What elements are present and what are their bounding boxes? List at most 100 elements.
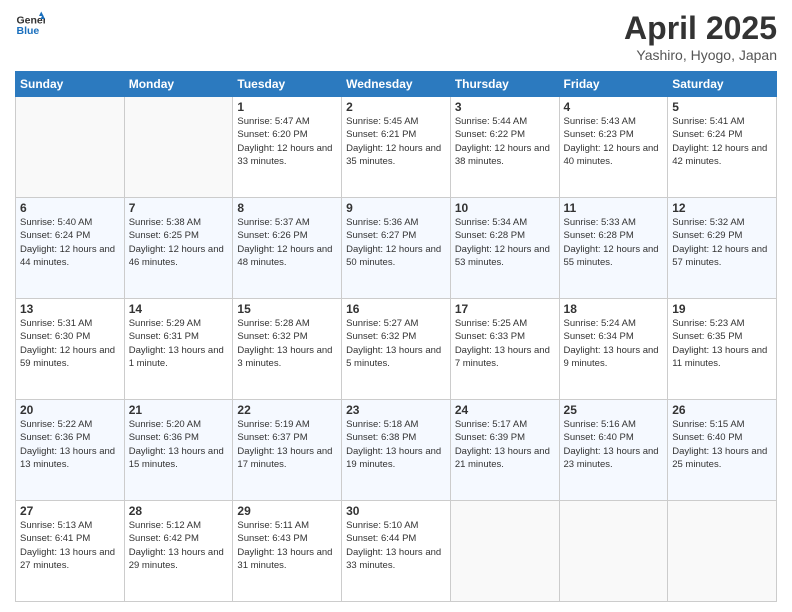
calendar-cell: 29Sunrise: 5:11 AM Sunset: 6:43 PM Dayli…: [233, 501, 342, 602]
calendar-cell: [450, 501, 559, 602]
logo-icon: General Blue: [15, 10, 45, 40]
day-info: Sunrise: 5:41 AM Sunset: 6:24 PM Dayligh…: [672, 115, 772, 168]
day-info: Sunrise: 5:34 AM Sunset: 6:28 PM Dayligh…: [455, 216, 555, 269]
day-number: 25: [564, 403, 664, 417]
calendar-cell: 9Sunrise: 5:36 AM Sunset: 6:27 PM Daylig…: [342, 198, 451, 299]
calendar-cell: 13Sunrise: 5:31 AM Sunset: 6:30 PM Dayli…: [16, 299, 125, 400]
day-info: Sunrise: 5:16 AM Sunset: 6:40 PM Dayligh…: [564, 418, 664, 471]
day-number: 8: [237, 201, 337, 215]
calendar-cell: 12Sunrise: 5:32 AM Sunset: 6:29 PM Dayli…: [668, 198, 777, 299]
calendar-cell: 5Sunrise: 5:41 AM Sunset: 6:24 PM Daylig…: [668, 97, 777, 198]
day-info: Sunrise: 5:18 AM Sunset: 6:38 PM Dayligh…: [346, 418, 446, 471]
day-info: Sunrise: 5:47 AM Sunset: 6:20 PM Dayligh…: [237, 115, 337, 168]
day-info: Sunrise: 5:23 AM Sunset: 6:35 PM Dayligh…: [672, 317, 772, 370]
calendar-cell: 16Sunrise: 5:27 AM Sunset: 6:32 PM Dayli…: [342, 299, 451, 400]
weekday-header-cell: Saturday: [668, 72, 777, 97]
day-number: 16: [346, 302, 446, 316]
day-info: Sunrise: 5:31 AM Sunset: 6:30 PM Dayligh…: [20, 317, 120, 370]
day-number: 5: [672, 100, 772, 114]
calendar-cell: 1Sunrise: 5:47 AM Sunset: 6:20 PM Daylig…: [233, 97, 342, 198]
day-number: 9: [346, 201, 446, 215]
calendar-cell: [559, 501, 668, 602]
calendar-row: 20Sunrise: 5:22 AM Sunset: 6:36 PM Dayli…: [16, 400, 777, 501]
day-info: Sunrise: 5:33 AM Sunset: 6:28 PM Dayligh…: [564, 216, 664, 269]
day-info: Sunrise: 5:19 AM Sunset: 6:37 PM Dayligh…: [237, 418, 337, 471]
calendar-cell: 2Sunrise: 5:45 AM Sunset: 6:21 PM Daylig…: [342, 97, 451, 198]
calendar-cell: 7Sunrise: 5:38 AM Sunset: 6:25 PM Daylig…: [124, 198, 233, 299]
calendar-cell: [668, 501, 777, 602]
day-info: Sunrise: 5:32 AM Sunset: 6:29 PM Dayligh…: [672, 216, 772, 269]
day-info: Sunrise: 5:29 AM Sunset: 6:31 PM Dayligh…: [129, 317, 229, 370]
calendar-cell: 10Sunrise: 5:34 AM Sunset: 6:28 PM Dayli…: [450, 198, 559, 299]
day-number: 22: [237, 403, 337, 417]
day-info: Sunrise: 5:10 AM Sunset: 6:44 PM Dayligh…: [346, 519, 446, 572]
calendar-cell: 15Sunrise: 5:28 AM Sunset: 6:32 PM Dayli…: [233, 299, 342, 400]
subtitle: Yashiro, Hyogo, Japan: [624, 47, 777, 63]
calendar-cell: 23Sunrise: 5:18 AM Sunset: 6:38 PM Dayli…: [342, 400, 451, 501]
calendar-row: 13Sunrise: 5:31 AM Sunset: 6:30 PM Dayli…: [16, 299, 777, 400]
calendar-cell: 22Sunrise: 5:19 AM Sunset: 6:37 PM Dayli…: [233, 400, 342, 501]
calendar-cell: 25Sunrise: 5:16 AM Sunset: 6:40 PM Dayli…: [559, 400, 668, 501]
weekday-header-cell: Wednesday: [342, 72, 451, 97]
day-number: 7: [129, 201, 229, 215]
day-number: 26: [672, 403, 772, 417]
calendar-cell: 6Sunrise: 5:40 AM Sunset: 6:24 PM Daylig…: [16, 198, 125, 299]
day-info: Sunrise: 5:28 AM Sunset: 6:32 PM Dayligh…: [237, 317, 337, 370]
day-info: Sunrise: 5:27 AM Sunset: 6:32 PM Dayligh…: [346, 317, 446, 370]
calendar-cell: 19Sunrise: 5:23 AM Sunset: 6:35 PM Dayli…: [668, 299, 777, 400]
title-block: April 2025 Yashiro, Hyogo, Japan: [624, 10, 777, 63]
weekday-header: SundayMondayTuesdayWednesdayThursdayFrid…: [16, 72, 777, 97]
day-number: 4: [564, 100, 664, 114]
day-number: 13: [20, 302, 120, 316]
weekday-header-cell: Thursday: [450, 72, 559, 97]
calendar-cell: 21Sunrise: 5:20 AM Sunset: 6:36 PM Dayli…: [124, 400, 233, 501]
calendar-cell: 3Sunrise: 5:44 AM Sunset: 6:22 PM Daylig…: [450, 97, 559, 198]
weekday-header-cell: Tuesday: [233, 72, 342, 97]
day-info: Sunrise: 5:11 AM Sunset: 6:43 PM Dayligh…: [237, 519, 337, 572]
main-title: April 2025: [624, 10, 777, 47]
weekday-header-cell: Monday: [124, 72, 233, 97]
calendar-body: 1Sunrise: 5:47 AM Sunset: 6:20 PM Daylig…: [16, 97, 777, 602]
day-number: 29: [237, 504, 337, 518]
day-info: Sunrise: 5:20 AM Sunset: 6:36 PM Dayligh…: [129, 418, 229, 471]
page: General Blue April 2025 Yashiro, Hyogo, …: [0, 0, 792, 612]
calendar-cell: 27Sunrise: 5:13 AM Sunset: 6:41 PM Dayli…: [16, 501, 125, 602]
day-info: Sunrise: 5:22 AM Sunset: 6:36 PM Dayligh…: [20, 418, 120, 471]
day-number: 1: [237, 100, 337, 114]
day-number: 27: [20, 504, 120, 518]
day-info: Sunrise: 5:43 AM Sunset: 6:23 PM Dayligh…: [564, 115, 664, 168]
day-number: 23: [346, 403, 446, 417]
day-info: Sunrise: 5:24 AM Sunset: 6:34 PM Dayligh…: [564, 317, 664, 370]
calendar-row: 27Sunrise: 5:13 AM Sunset: 6:41 PM Dayli…: [16, 501, 777, 602]
day-info: Sunrise: 5:25 AM Sunset: 6:33 PM Dayligh…: [455, 317, 555, 370]
calendar-cell: [124, 97, 233, 198]
day-number: 20: [20, 403, 120, 417]
calendar-cell: 4Sunrise: 5:43 AM Sunset: 6:23 PM Daylig…: [559, 97, 668, 198]
day-info: Sunrise: 5:12 AM Sunset: 6:42 PM Dayligh…: [129, 519, 229, 572]
calendar-row: 1Sunrise: 5:47 AM Sunset: 6:20 PM Daylig…: [16, 97, 777, 198]
day-number: 19: [672, 302, 772, 316]
day-number: 10: [455, 201, 555, 215]
day-info: Sunrise: 5:15 AM Sunset: 6:40 PM Dayligh…: [672, 418, 772, 471]
calendar-cell: 30Sunrise: 5:10 AM Sunset: 6:44 PM Dayli…: [342, 501, 451, 602]
day-number: 24: [455, 403, 555, 417]
day-info: Sunrise: 5:38 AM Sunset: 6:25 PM Dayligh…: [129, 216, 229, 269]
weekday-header-cell: Sunday: [16, 72, 125, 97]
calendar-cell: [16, 97, 125, 198]
day-number: 21: [129, 403, 229, 417]
day-number: 15: [237, 302, 337, 316]
calendar-cell: 28Sunrise: 5:12 AM Sunset: 6:42 PM Dayli…: [124, 501, 233, 602]
calendar-cell: 8Sunrise: 5:37 AM Sunset: 6:26 PM Daylig…: [233, 198, 342, 299]
calendar-cell: 26Sunrise: 5:15 AM Sunset: 6:40 PM Dayli…: [668, 400, 777, 501]
calendar-cell: 17Sunrise: 5:25 AM Sunset: 6:33 PM Dayli…: [450, 299, 559, 400]
day-number: 18: [564, 302, 664, 316]
calendar-cell: 14Sunrise: 5:29 AM Sunset: 6:31 PM Dayli…: [124, 299, 233, 400]
day-number: 11: [564, 201, 664, 215]
day-number: 30: [346, 504, 446, 518]
calendar-row: 6Sunrise: 5:40 AM Sunset: 6:24 PM Daylig…: [16, 198, 777, 299]
logo: General Blue: [15, 10, 45, 40]
day-number: 3: [455, 100, 555, 114]
calendar-cell: 24Sunrise: 5:17 AM Sunset: 6:39 PM Dayli…: [450, 400, 559, 501]
day-info: Sunrise: 5:17 AM Sunset: 6:39 PM Dayligh…: [455, 418, 555, 471]
calendar-cell: 20Sunrise: 5:22 AM Sunset: 6:36 PM Dayli…: [16, 400, 125, 501]
